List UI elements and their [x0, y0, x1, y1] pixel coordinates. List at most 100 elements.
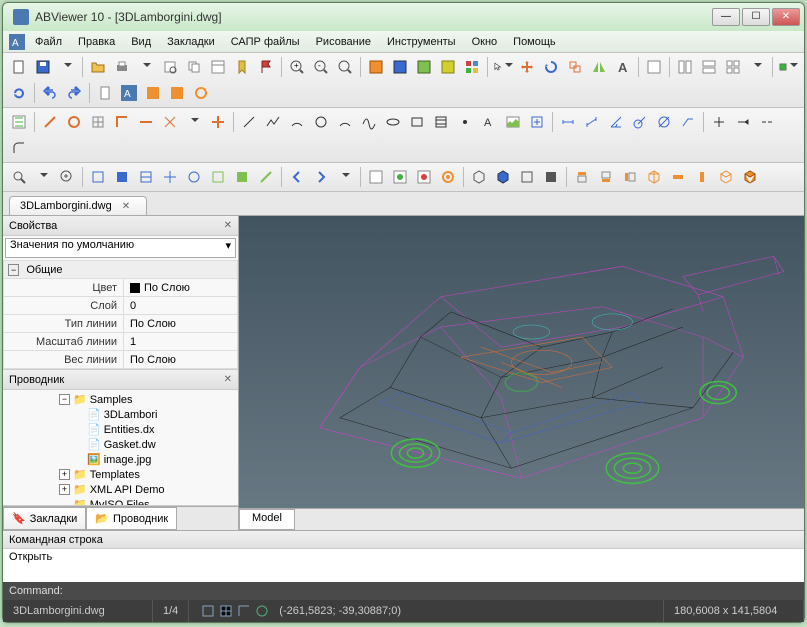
- properties-close-icon[interactable]: ✕: [224, 220, 232, 231]
- view-nav-6[interactable]: [207, 166, 229, 188]
- layout-3-icon[interactable]: [698, 56, 720, 78]
- draw-text-button[interactable]: A: [478, 111, 500, 133]
- zoom-fit-button[interactable]: [334, 56, 356, 78]
- layout-4-icon[interactable]: [722, 56, 744, 78]
- prop-row-linetype[interactable]: Тип линии По Слою: [4, 315, 238, 333]
- snap-tool-6[interactable]: [159, 111, 181, 133]
- text-button[interactable]: A: [612, 56, 634, 78]
- edit-break-button[interactable]: [756, 111, 778, 133]
- prop-row-color[interactable]: Цвет По Слою: [4, 279, 238, 297]
- orbit-button[interactable]: [437, 166, 459, 188]
- refresh-button[interactable]: [8, 82, 30, 104]
- misc-3[interactable]: [715, 166, 737, 188]
- snap-status-icon[interactable]: [201, 604, 215, 618]
- view3d-2[interactable]: [492, 166, 514, 188]
- menu-window[interactable]: Окно: [464, 34, 506, 50]
- view3d-3[interactable]: [516, 166, 538, 188]
- view-arrow-right-icon[interactable]: [310, 166, 332, 188]
- document-tab[interactable]: 3DLamborgini.dwg ✕: [9, 196, 147, 215]
- prop-row-layer[interactable]: Слой 0: [4, 297, 238, 315]
- edit-trim-button[interactable]: [708, 111, 730, 133]
- snap-perp-icon[interactable]: [111, 111, 133, 133]
- zoom-out-button[interactable]: -: [310, 56, 332, 78]
- expand-icon[interactable]: +: [59, 469, 70, 480]
- view-side-icon[interactable]: [619, 166, 641, 188]
- undo-button[interactable]: [39, 82, 61, 104]
- view-nav-7[interactable]: [231, 166, 253, 188]
- menu-edit[interactable]: Правка: [70, 34, 123, 50]
- view-arrow-left-icon[interactable]: [286, 166, 308, 188]
- tree-node-file[interactable]: 🖼️ image.jpg: [5, 452, 236, 467]
- view-arrow-dropdown[interactable]: [334, 166, 356, 188]
- render-3-button[interactable]: [413, 166, 435, 188]
- snap-mid-icon[interactable]: [63, 111, 85, 133]
- tree-node-xmlapi[interactable]: + 📁 XML API Demo: [5, 482, 236, 497]
- flag-button[interactable]: [255, 56, 277, 78]
- close-button[interactable]: ✕: [772, 8, 800, 26]
- layout-dropdown[interactable]: [746, 56, 768, 78]
- color-palette-button[interactable]: [461, 56, 483, 78]
- misc-4[interactable]: [739, 166, 761, 188]
- view3d-4[interactable]: [540, 166, 562, 188]
- draw-polyline-button[interactable]: [262, 111, 284, 133]
- snap-dropdown[interactable]: [183, 111, 205, 133]
- polar-status-icon[interactable]: [255, 604, 269, 618]
- rotate-button[interactable]: [540, 56, 562, 78]
- tool-ext-3[interactable]: [190, 82, 212, 104]
- view-zoom-icon[interactable]: [8, 166, 30, 188]
- layout-1-icon[interactable]: [643, 56, 665, 78]
- color-dropdown[interactable]: [777, 56, 799, 78]
- layers-3-button[interactable]: [413, 56, 435, 78]
- defaults-dropdown[interactable]: Значения по умолчанию ▾: [5, 238, 236, 258]
- view-zoom-dropdown[interactable]: [32, 166, 54, 188]
- view-nav-2[interactable]: [111, 166, 133, 188]
- save-button[interactable]: [32, 56, 54, 78]
- minimize-button[interactable]: —: [712, 8, 740, 26]
- draw-circle-button[interactable]: [310, 111, 332, 133]
- command-prompt[interactable]: Command:: [3, 582, 804, 600]
- menu-help[interactable]: Помощь: [505, 34, 564, 50]
- tree-node-file[interactable]: 📄 Entities.dx: [5, 422, 236, 437]
- draw-hatch-button[interactable]: [430, 111, 452, 133]
- view-top-icon[interactable]: [571, 166, 593, 188]
- view-nav-3[interactable]: [135, 166, 157, 188]
- tree-node-templates[interactable]: + 📁 Templates: [5, 467, 236, 482]
- copy-button[interactable]: [183, 56, 205, 78]
- view-iso-icon[interactable]: [643, 166, 665, 188]
- dim-diameter-button[interactable]: [653, 111, 675, 133]
- app-menu-icon[interactable]: A: [9, 34, 25, 50]
- dim-aligned-button[interactable]: [581, 111, 603, 133]
- layout-2-icon[interactable]: [674, 56, 696, 78]
- move-button[interactable]: [516, 56, 538, 78]
- explorer-close-icon[interactable]: ✕: [224, 374, 232, 385]
- menu-sapr[interactable]: САПР файлы: [223, 34, 308, 50]
- tool-ext-2[interactable]: [166, 82, 188, 104]
- cursor-mode-dropdown[interactable]: [492, 56, 514, 78]
- tree-node-samples[interactable]: − 📁 Samples: [5, 392, 236, 407]
- misc-2[interactable]: [691, 166, 713, 188]
- draw-rect-button[interactable]: [406, 111, 428, 133]
- tree-node-file[interactable]: 📄 Gasket.dw: [5, 437, 236, 452]
- print-button[interactable]: [111, 56, 133, 78]
- snap-grid-icon[interactable]: [87, 111, 109, 133]
- dim-radius-button[interactable]: [629, 111, 651, 133]
- app-info-button[interactable]: A: [118, 82, 140, 104]
- collapse-icon[interactable]: −: [59, 394, 70, 405]
- dim-angle-button[interactable]: [605, 111, 627, 133]
- view-nav-1[interactable]: [87, 166, 109, 188]
- snap-end-icon[interactable]: [39, 111, 61, 133]
- view3d-1[interactable]: [468, 166, 490, 188]
- new-button[interactable]: [8, 56, 30, 78]
- view-zoom-extents-icon[interactable]: [56, 166, 78, 188]
- render-1-button[interactable]: [365, 166, 387, 188]
- draw-arc2-button[interactable]: [334, 111, 356, 133]
- expand-icon[interactable]: +: [59, 484, 70, 495]
- snap-ext-icon[interactable]: [135, 111, 157, 133]
- ortho-status-icon[interactable]: [237, 604, 251, 618]
- draw-image-button[interactable]: [502, 111, 524, 133]
- viewport[interactable]: [239, 216, 804, 508]
- view-nav-5[interactable]: [183, 166, 205, 188]
- save-dropdown[interactable]: [56, 56, 78, 78]
- zoom-in-button[interactable]: +: [286, 56, 308, 78]
- edit-fillet-button[interactable]: [8, 137, 30, 159]
